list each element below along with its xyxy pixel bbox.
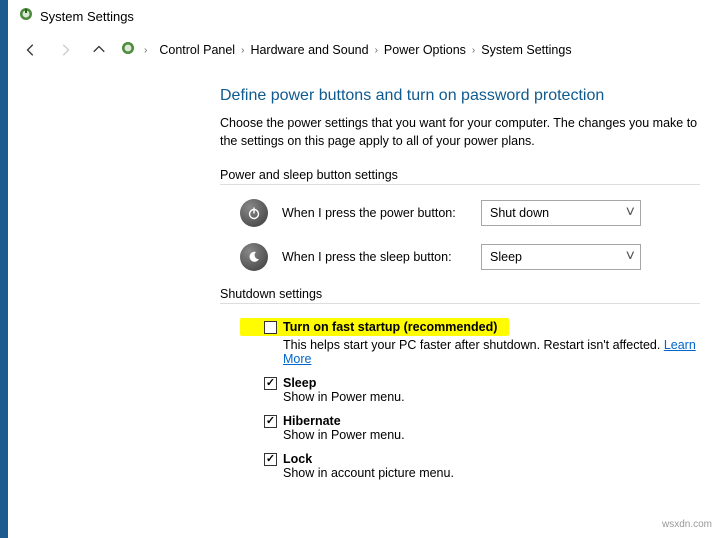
sidebar-edge xyxy=(0,0,8,538)
lock-checkbox[interactable] xyxy=(264,453,277,466)
breadcrumb-item[interactable]: Hardware and Sound xyxy=(250,43,368,57)
chevron-right-icon: › xyxy=(472,45,475,56)
fast-startup-label: Turn on fast startup (recommended) xyxy=(283,320,497,334)
power-button-dropdown[interactable]: Shut down ˅ xyxy=(481,200,641,226)
sleep-icon xyxy=(240,243,268,271)
power-button-row: When I press the power button: Shut down… xyxy=(240,199,700,227)
hibernate-option: Hibernate Show in Power menu. xyxy=(264,414,700,442)
window-title: System Settings xyxy=(40,9,134,24)
back-button[interactable] xyxy=(18,37,44,63)
page-title: Define power buttons and turn on passwor… xyxy=(220,87,700,105)
hibernate-checkbox[interactable] xyxy=(264,415,277,428)
content-area: Define power buttons and turn on passwor… xyxy=(0,67,720,510)
title-bar: System Settings xyxy=(0,0,720,33)
sleep-option-label: Sleep xyxy=(283,376,316,390)
section-header-shutdown: Shutdown settings xyxy=(220,287,700,304)
forward-button[interactable] xyxy=(52,37,78,63)
page-subtext: Choose the power settings that you want … xyxy=(220,115,700,150)
fast-startup-row: Turn on fast startup (recommended) xyxy=(240,318,509,336)
chevron-right-icon: › xyxy=(241,45,244,56)
sleep-checkbox[interactable] xyxy=(264,377,277,390)
lock-option-label: Lock xyxy=(283,452,312,466)
breadcrumb-item[interactable]: Power Options xyxy=(384,43,466,57)
sleep-button-dropdown[interactable]: Sleep ˅ xyxy=(481,244,641,270)
up-button[interactable] xyxy=(86,37,112,63)
sleep-option-desc: Show in Power menu. xyxy=(283,390,700,404)
section-header-buttons: Power and sleep button settings xyxy=(220,168,700,185)
hibernate-option-label: Hibernate xyxy=(283,414,341,428)
power-icon xyxy=(240,199,268,227)
sleep-button-row: When I press the sleep button: Sleep ˅ xyxy=(240,243,700,271)
lock-option-desc: Show in account picture menu. xyxy=(283,466,700,480)
breadcrumb-item[interactable]: Control Panel xyxy=(159,43,235,57)
nav-bar: › Control Panel › Hardware and Sound › P… xyxy=(0,33,720,67)
watermark: wsxdn.com xyxy=(662,519,712,530)
fast-startup-checkbox[interactable] xyxy=(264,321,277,334)
sleep-button-label: When I press the sleep button: xyxy=(282,250,467,264)
sleep-option: Sleep Show in Power menu. xyxy=(264,376,700,404)
chevron-right-icon: › xyxy=(375,45,378,56)
lock-option: Lock Show in account picture menu. xyxy=(264,452,700,480)
power-options-icon xyxy=(18,6,34,27)
breadcrumb-icon xyxy=(120,40,136,61)
hibernate-option-desc: Show in Power menu. xyxy=(283,428,700,442)
breadcrumb-item[interactable]: System Settings xyxy=(481,43,571,57)
chevron-right-icon: › xyxy=(144,45,147,56)
fast-startup-desc: This helps start your PC faster after sh… xyxy=(283,338,700,366)
power-button-label: When I press the power button: xyxy=(282,206,467,220)
breadcrumb: Control Panel › Hardware and Sound › Pow… xyxy=(159,43,571,57)
